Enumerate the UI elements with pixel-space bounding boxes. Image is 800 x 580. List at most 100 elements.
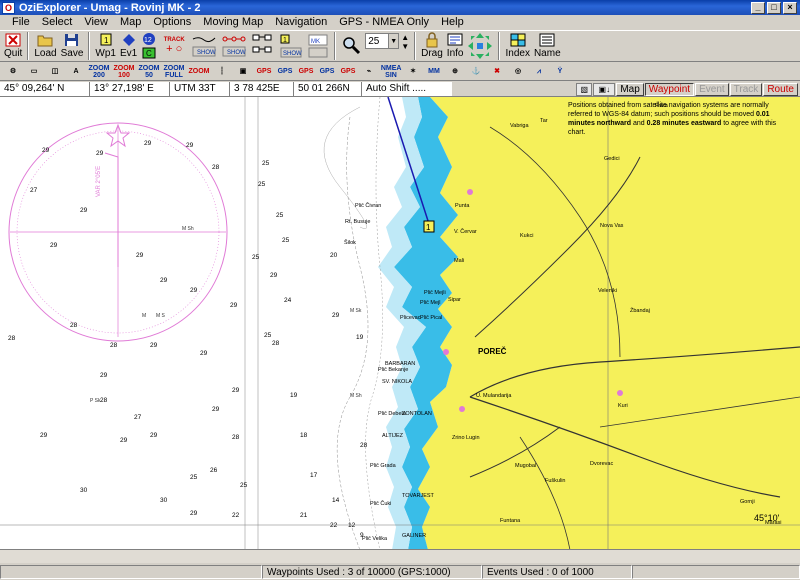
load-button[interactable]: Load bbox=[32, 31, 58, 61]
map-view[interactable]: VAR 2°05'E 1 45°10' Vabriga Tar Frata Gedic… bbox=[0, 96, 800, 549]
zoom-200-button[interactable]: ZOOM 200 bbox=[88, 64, 110, 80]
route-show-button[interactable]: SHOW bbox=[219, 31, 249, 61]
name-button[interactable]: Name bbox=[532, 31, 563, 61]
depth-sounding: 19 bbox=[356, 334, 364, 341]
menu-moving-map[interactable]: Moving Map bbox=[197, 16, 269, 28]
gps-rt-button[interactable]: GPS bbox=[276, 64, 294, 80]
depth-sounding: 29 bbox=[144, 140, 152, 147]
gps-all-button[interactable]: GPS bbox=[339, 64, 357, 80]
index-button[interactable]: Index bbox=[503, 31, 531, 61]
waypoint-mode-button[interactable]: Waypoint bbox=[644, 82, 695, 96]
zoom-custom-button[interactable]: ZOOM bbox=[188, 64, 210, 80]
menu-view[interactable]: View bbox=[78, 16, 114, 28]
depth-sounding: 19 bbox=[290, 392, 298, 399]
zoom-up-icon[interactable]: ▲ bbox=[401, 33, 409, 42]
track-button[interactable]: TRACK + ○ bbox=[159, 31, 189, 61]
name-show-button[interactable]: 1 SHOW bbox=[277, 31, 305, 61]
light-marker bbox=[467, 189, 473, 195]
anchor-icon[interactable]: ⚓ bbox=[467, 64, 485, 80]
map-mode-button[interactable]: Map bbox=[616, 82, 644, 96]
menu-help[interactable]: Help bbox=[435, 16, 470, 28]
chart-icon[interactable]: ⩘ bbox=[530, 64, 548, 80]
text-icon[interactable]: A bbox=[67, 64, 85, 80]
zoom-control[interactable]: 25 ▼ ▲ ▼ bbox=[363, 31, 411, 61]
layers-icon[interactable]: ◫ bbox=[46, 64, 64, 80]
depth-sounding: 29 bbox=[160, 277, 168, 284]
menu-bar: File Select View Map Options Moving Map … bbox=[0, 15, 800, 29]
crosshair-icon[interactable]: ⊕ bbox=[446, 64, 464, 80]
menu-gps[interactable]: GPS - NMEA Only bbox=[333, 16, 435, 28]
antenna-icon[interactable]: Ÿ bbox=[551, 64, 569, 80]
track-show-button[interactable]: SHOW bbox=[189, 31, 219, 61]
depth-sounding: 29 bbox=[212, 406, 220, 413]
waypoint-icon: 1 bbox=[98, 33, 114, 47]
close-button[interactable]: × bbox=[783, 1, 797, 14]
menu-navigation[interactable]: Navigation bbox=[269, 16, 333, 28]
depth-sounding: 28 bbox=[272, 340, 280, 347]
pan-button[interactable] bbox=[465, 31, 495, 61]
menu-select[interactable]: Select bbox=[36, 16, 79, 28]
route-number-button[interactable]: 12 C bbox=[139, 31, 159, 61]
horizontal-scrollbar[interactable] bbox=[0, 549, 800, 563]
place-label: Mali bbox=[454, 258, 464, 264]
stop-icon[interactable]: ✖ bbox=[488, 64, 506, 80]
event1-button[interactable]: Ev1 bbox=[118, 31, 139, 61]
nmea-button[interactable]: NMEA SIN bbox=[381, 64, 402, 80]
depth-contour bbox=[336, 116, 369, 549]
place-label: Plicevac bbox=[400, 315, 421, 321]
menu-map[interactable]: Map bbox=[114, 16, 147, 28]
place-label: Plič Čivran bbox=[355, 202, 381, 209]
minimize-button[interactable]: _ bbox=[751, 1, 765, 14]
place-label: Plič Mejli bbox=[424, 290, 446, 296]
place-label: Plič Mejl bbox=[420, 300, 440, 306]
depth-sounding: 29 bbox=[190, 287, 198, 294]
grid-button[interactable]: MK bbox=[305, 31, 331, 61]
place-label: BARBARAN bbox=[385, 361, 415, 367]
target-icon[interactable]: ◎ bbox=[509, 64, 527, 80]
gps-wp-button[interactable]: GPS bbox=[255, 64, 273, 80]
save-down-icon[interactable]: ▣↓ bbox=[593, 82, 616, 96]
gps-connect-icon[interactable]: ▣ bbox=[234, 64, 252, 80]
info-button[interactable]: Info bbox=[445, 31, 466, 61]
latitude-readout: 45° 09,264' N bbox=[0, 82, 90, 96]
mm-button[interactable]: MM bbox=[425, 64, 443, 80]
waypoint1-button[interactable]: 1 Wp1 bbox=[93, 31, 118, 61]
chevron-down-icon[interactable]: ▼ bbox=[388, 34, 399, 48]
name-label: Name bbox=[533, 48, 561, 59]
nautical-chart[interactable]: VAR 2°05'E 1 45°10' VabrigaTarFrataGedic… bbox=[0, 97, 800, 549]
route-mode-button[interactable]: Route bbox=[763, 82, 798, 96]
menu-options[interactable]: Options bbox=[147, 16, 197, 28]
gps-tr-button[interactable]: GPS bbox=[297, 64, 315, 80]
track-mode-button[interactable]: Track bbox=[729, 82, 763, 96]
zoom-50-button[interactable]: ZOOM 50 bbox=[138, 64, 160, 80]
grid-icon: MK bbox=[308, 34, 328, 58]
zoom-full-button[interactable]: ZOOM FULL bbox=[163, 64, 185, 80]
route-show-icon: SHOW bbox=[222, 36, 246, 57]
options-icon[interactable]: ⚙ bbox=[4, 64, 22, 80]
land-area bbox=[418, 97, 800, 549]
gps-ev-button[interactable]: GPS bbox=[318, 64, 336, 80]
load-label: Load bbox=[34, 48, 57, 59]
chart-note: M Sh bbox=[350, 393, 362, 399]
find-button[interactable] bbox=[339, 31, 363, 61]
map-objects-button[interactable] bbox=[249, 31, 277, 61]
depth-sounding: 29 bbox=[150, 432, 158, 439]
quit-button[interactable]: Quit bbox=[2, 31, 24, 61]
menu-file[interactable]: File bbox=[6, 16, 36, 28]
title-bar: O OziExplorer - Umag - Rovinj MK - 2 _ □… bbox=[0, 0, 800, 15]
zoom-combo[interactable]: 25 ▼ bbox=[365, 33, 400, 49]
ruler-icon[interactable]: ▭ bbox=[25, 64, 43, 80]
depth-sounding: 25 bbox=[252, 254, 260, 261]
event-mode-button[interactable]: Event bbox=[695, 82, 729, 96]
map-image-icon[interactable]: ▧ bbox=[576, 82, 593, 96]
zoom-100-button[interactable]: ZOOM 100 bbox=[113, 64, 135, 80]
zoom-down-icon[interactable]: ▼ bbox=[401, 42, 409, 51]
info-label: Info bbox=[446, 48, 464, 59]
plot-icon[interactable]: ⌁ bbox=[360, 64, 378, 80]
nmea-compass-icon[interactable]: ✶ bbox=[404, 64, 422, 80]
save-button[interactable]: Save bbox=[59, 31, 86, 61]
toolbar-separator bbox=[88, 32, 91, 60]
maximize-button[interactable]: □ bbox=[767, 1, 781, 14]
compass-rose: VAR 2°05'E bbox=[8, 122, 228, 342]
drag-button[interactable]: Drag bbox=[419, 31, 445, 61]
